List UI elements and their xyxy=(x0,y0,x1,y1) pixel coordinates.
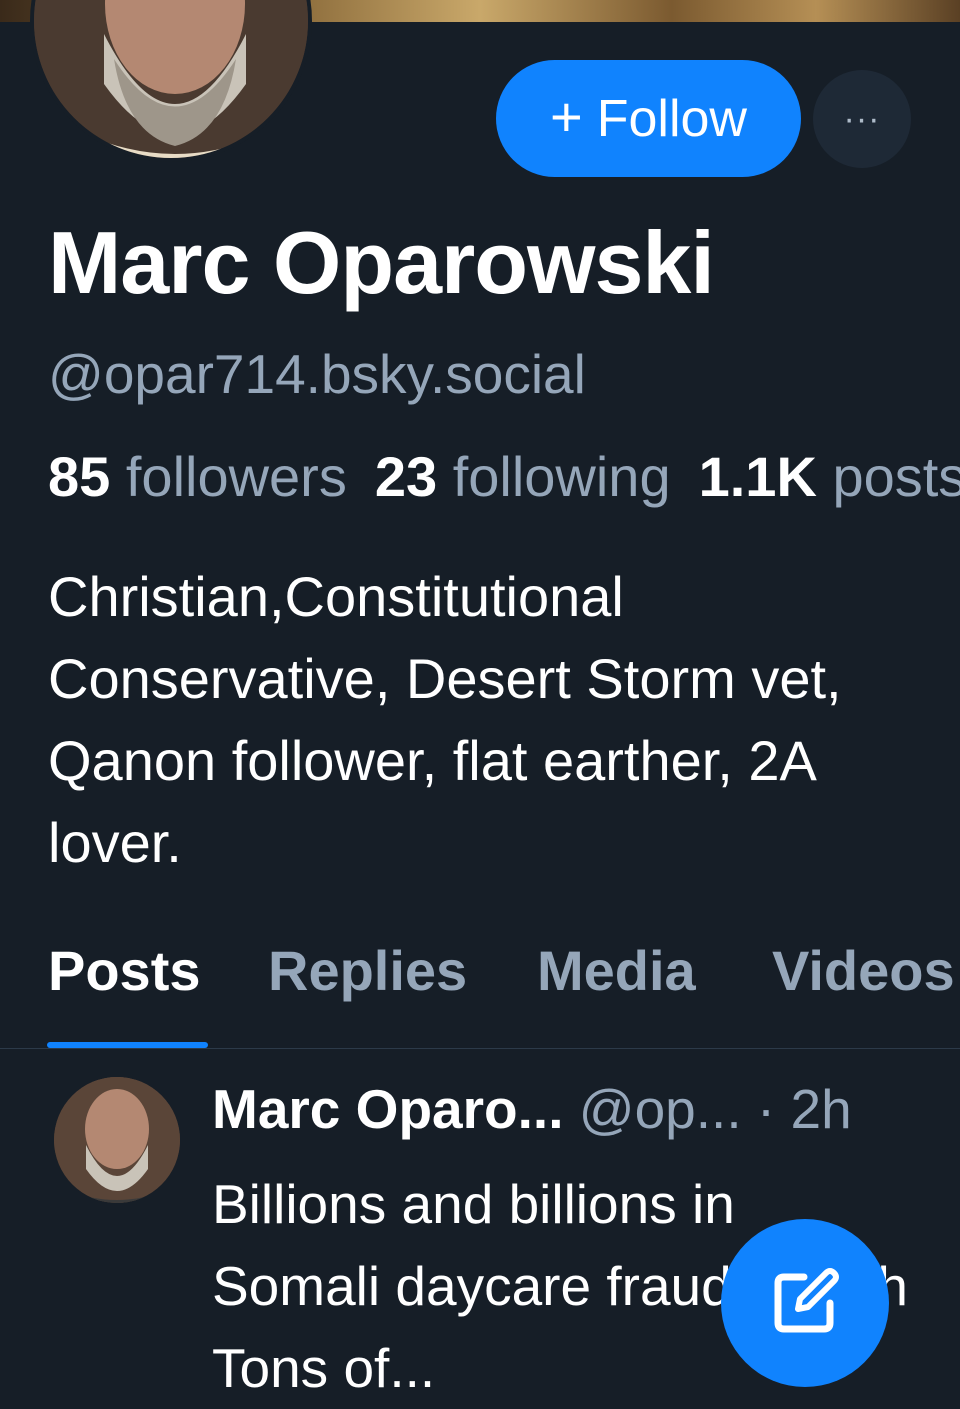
posts-count: 1.1K xyxy=(698,445,817,508)
followers-label: followers xyxy=(125,445,347,508)
profile-stats: 85 followers 23 following 1.1K posts xyxy=(48,444,960,509)
posts-label: posts xyxy=(832,445,960,508)
post-separator: · xyxy=(756,1078,776,1140)
avatar-photo xyxy=(34,0,308,158)
active-tab-indicator xyxy=(47,1042,208,1048)
post-author-avatar[interactable] xyxy=(54,1077,180,1203)
profile-tabs: Posts Replies Media Videos xyxy=(0,930,960,1049)
post-avatar-photo xyxy=(54,1077,180,1203)
more-options-button[interactable]: ··· xyxy=(813,70,911,168)
ellipsis-icon: ··· xyxy=(843,99,881,138)
post-author-name[interactable]: Marc Oparo... xyxy=(212,1078,563,1140)
tab-videos[interactable]: Videos xyxy=(772,938,955,1003)
followers-count: 85 xyxy=(48,445,111,508)
following-stat[interactable]: 23 following xyxy=(375,444,671,509)
follow-button[interactable]: + Follow xyxy=(496,60,801,177)
posts-stat: 1.1K posts xyxy=(699,444,960,509)
profile-display-name: Marc Oparowski xyxy=(48,213,715,312)
post-timestamp[interactable]: 2h xyxy=(791,1078,852,1140)
profile-avatar[interactable] xyxy=(30,0,312,162)
post-header: Marc Oparo... @op... · 2h xyxy=(212,1077,852,1141)
plus-icon: + xyxy=(550,84,583,148)
pencil-square-icon xyxy=(774,1268,839,1333)
tab-media[interactable]: Media xyxy=(537,938,696,1003)
following-count: 23 xyxy=(374,445,438,508)
compose-button[interactable] xyxy=(721,1219,889,1387)
tab-posts[interactable]: Posts xyxy=(48,938,201,1003)
profile-handle: @opar714.bsky.social xyxy=(48,343,586,405)
profile-bio: Christian,Constitutional Conservative, D… xyxy=(48,565,842,874)
tab-replies[interactable]: Replies xyxy=(268,938,467,1003)
post-author-handle[interactable]: @op... xyxy=(579,1078,742,1140)
followers-stat[interactable]: 85 followers xyxy=(48,444,347,509)
following-label: following xyxy=(452,445,671,508)
follow-label: Follow xyxy=(596,89,747,148)
